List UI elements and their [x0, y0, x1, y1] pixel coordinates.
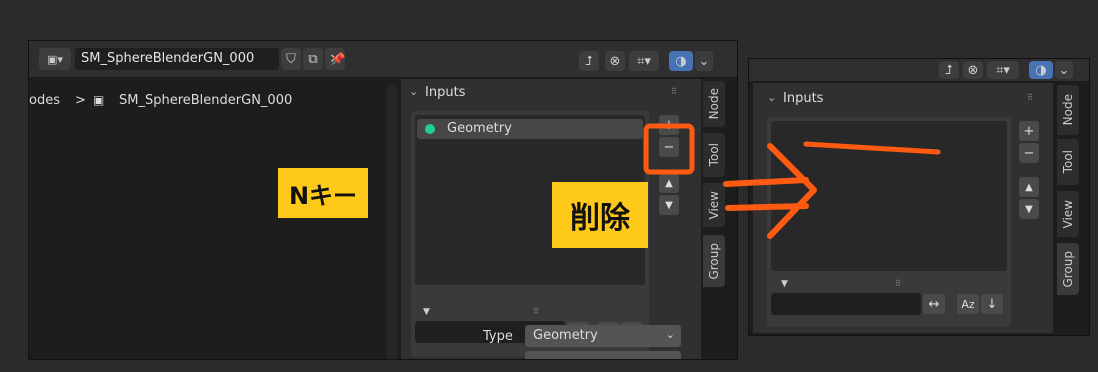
node-tree-icon: ▣	[93, 93, 105, 107]
next-field-partial	[525, 351, 681, 359]
overlays-button-active[interactable]: ◑	[1029, 61, 1053, 79]
delete-note: 削除	[552, 182, 648, 248]
breadcrumb-tree-name: SM_SphereBlenderGN_000	[119, 93, 293, 108]
add-input-button[interactable]: +	[659, 115, 679, 135]
snap-dropdown[interactable]: ⌗▾	[987, 61, 1019, 79]
filter-search-input[interactable]	[771, 293, 921, 315]
right-node-editor-window: ⮥ ⊗ ⌗▾ ◑ ⌄ ⌄ Inputs ⠿ ▼ ⠿ ↔ Aᴢ ↓ + − ▲ ▼…	[748, 58, 1090, 336]
inputs-list-empty[interactable]	[771, 121, 1007, 271]
tab-view[interactable]: View	[703, 183, 725, 227]
minus-icon: −	[663, 139, 675, 155]
tab-tool[interactable]: Tool	[703, 133, 725, 177]
tab-view[interactable]: View	[1057, 191, 1079, 237]
pin-icon-button[interactable]: 📌	[325, 48, 351, 70]
snap-grid-icon: ⌗▾	[996, 62, 1010, 78]
triangle-down-icon: ▼	[1025, 203, 1033, 215]
triangle-down-icon: ▼	[665, 199, 673, 211]
node-tree-name-text: SM_SphereBlenderGN_000	[81, 51, 255, 66]
editor-header: ⮥ ⊗ ⌗▾ ◑ ⌄	[749, 59, 1089, 82]
list-item[interactable]: Geometry	[417, 119, 643, 139]
breadcrumb-separator: >	[75, 93, 86, 108]
chevron-down-icon: ⌄	[665, 328, 675, 341]
editor-header: ▣▾ SM_SphereBlenderGN_000 ⛉ ⧉ ✕ 📌 ⮥ ⊗ ⌗▾…	[29, 41, 737, 78]
move-up-button[interactable]: ▲	[1019, 177, 1039, 197]
delete-note-text: 削除	[570, 201, 630, 236]
inputs-subpanel: ▼ ⠿ ↔ Aᴢ ↓	[767, 117, 1011, 327]
canvas-divider	[387, 85, 397, 359]
tab-group[interactable]: Group	[703, 235, 725, 287]
type-value: Geometry	[533, 328, 598, 343]
arrow-down-icon: ↓	[986, 296, 998, 312]
list-item-label: Geometry	[447, 121, 512, 136]
n-key-note-text: Nキー	[288, 181, 358, 210]
chevron-down-icon: ⌄	[698, 53, 710, 69]
triangle-up-icon: ▲	[1025, 181, 1033, 193]
overlays-button-active[interactable]: ◑	[669, 51, 693, 71]
editor-type-dropdown[interactable]: ▣▾	[39, 48, 71, 70]
tab-node[interactable]: Node	[1057, 85, 1079, 135]
remove-input-button[interactable]: −	[1019, 143, 1039, 163]
copy-icon: ⧉	[308, 51, 318, 67]
arrow-up-icon: ⮥	[585, 53, 593, 69]
socket-dot-icon	[425, 124, 435, 134]
fake-user-button[interactable]: ⛉	[281, 48, 301, 70]
plus-icon: +	[663, 117, 675, 133]
overlays-dropdown[interactable]: ⌄	[1055, 61, 1073, 79]
n-key-note: Nキー	[278, 168, 368, 218]
resize-handle-icon[interactable]: ⠿	[533, 307, 539, 316]
node-tree-icon: ▣▾	[47, 52, 63, 66]
sort-alpha-button[interactable]: Aᴢ	[957, 294, 979, 314]
move-down-button[interactable]: ▼	[659, 195, 679, 215]
tab-tool[interactable]: Tool	[1057, 139, 1079, 185]
plus-icon: +	[1023, 123, 1035, 139]
filter-toggle-icon[interactable]: ▼	[423, 307, 430, 317]
chevron-down-icon: ⌄	[1058, 62, 1070, 78]
chevron-down-icon: ⌄	[767, 91, 777, 104]
node-tree-name-field[interactable]: SM_SphereBlenderGN_000	[75, 48, 279, 70]
remove-input-button[interactable]: −	[659, 137, 679, 157]
parent-tree-button[interactable]: ⮥	[939, 61, 959, 79]
inputs-title: Inputs	[783, 91, 824, 106]
overlay-icon: ⊗	[609, 53, 621, 69]
chevron-down-icon: ⌄	[409, 85, 419, 98]
type-dropdown[interactable]: Geometry ⌄	[525, 325, 681, 347]
move-up-button[interactable]: ▲	[659, 173, 679, 193]
filter-invert-button[interactable]: ↔	[923, 294, 945, 314]
tab-node[interactable]: Node	[703, 81, 725, 127]
triangle-up-icon: ▲	[665, 177, 673, 189]
arrow-up-icon: ⮥	[945, 62, 953, 78]
overlays-icon: ◑	[675, 53, 687, 69]
overlay-toggle[interactable]: ⊗	[605, 51, 625, 71]
shield-icon: ⛉	[286, 51, 296, 67]
add-input-button[interactable]: +	[1019, 121, 1039, 141]
sidebar-panel: ⌄ Inputs ⠿ ▼ ⠿ ↔ Aᴢ ↓ + − ▲ ▼	[753, 83, 1053, 333]
parent-tree-button[interactable]: ⮥	[579, 51, 599, 71]
sidebar-panel: ⌄ Inputs ⠿ Geometry ▼ ⠿ ↔ Aᴢ ↓ + − ▲ ▼ T…	[401, 79, 701, 359]
type-label: Type	[483, 329, 513, 344]
overlays-icon: ◑	[1035, 62, 1047, 78]
filter-toggle-icon[interactable]: ▼	[781, 279, 788, 289]
arrows-horizontal-icon: ↔	[928, 296, 940, 312]
inputs-title: Inputs	[425, 85, 466, 100]
breadcrumb-prefix: odes	[29, 93, 60, 108]
sort-reverse-button[interactable]: ↓	[981, 294, 1003, 314]
drag-handle-icon[interactable]: ⠿	[671, 87, 677, 96]
drag-handle-icon[interactable]: ⠿	[1027, 93, 1033, 102]
overlay-icon: ⊗	[967, 62, 979, 78]
snap-grid-icon: ⌗▾	[637, 53, 651, 69]
minus-icon: −	[1023, 145, 1035, 161]
sort-az-icon: Aᴢ	[961, 297, 975, 311]
resize-handle-icon[interactable]: ⠿	[895, 279, 901, 288]
overlay-toggle[interactable]: ⊗	[963, 61, 983, 79]
snap-dropdown[interactable]: ⌗▾	[629, 51, 659, 71]
overlays-dropdown[interactable]: ⌄	[695, 51, 713, 71]
move-down-button[interactable]: ▼	[1019, 199, 1039, 219]
duplicate-button[interactable]: ⧉	[303, 48, 323, 70]
tab-group[interactable]: Group	[1057, 243, 1079, 295]
